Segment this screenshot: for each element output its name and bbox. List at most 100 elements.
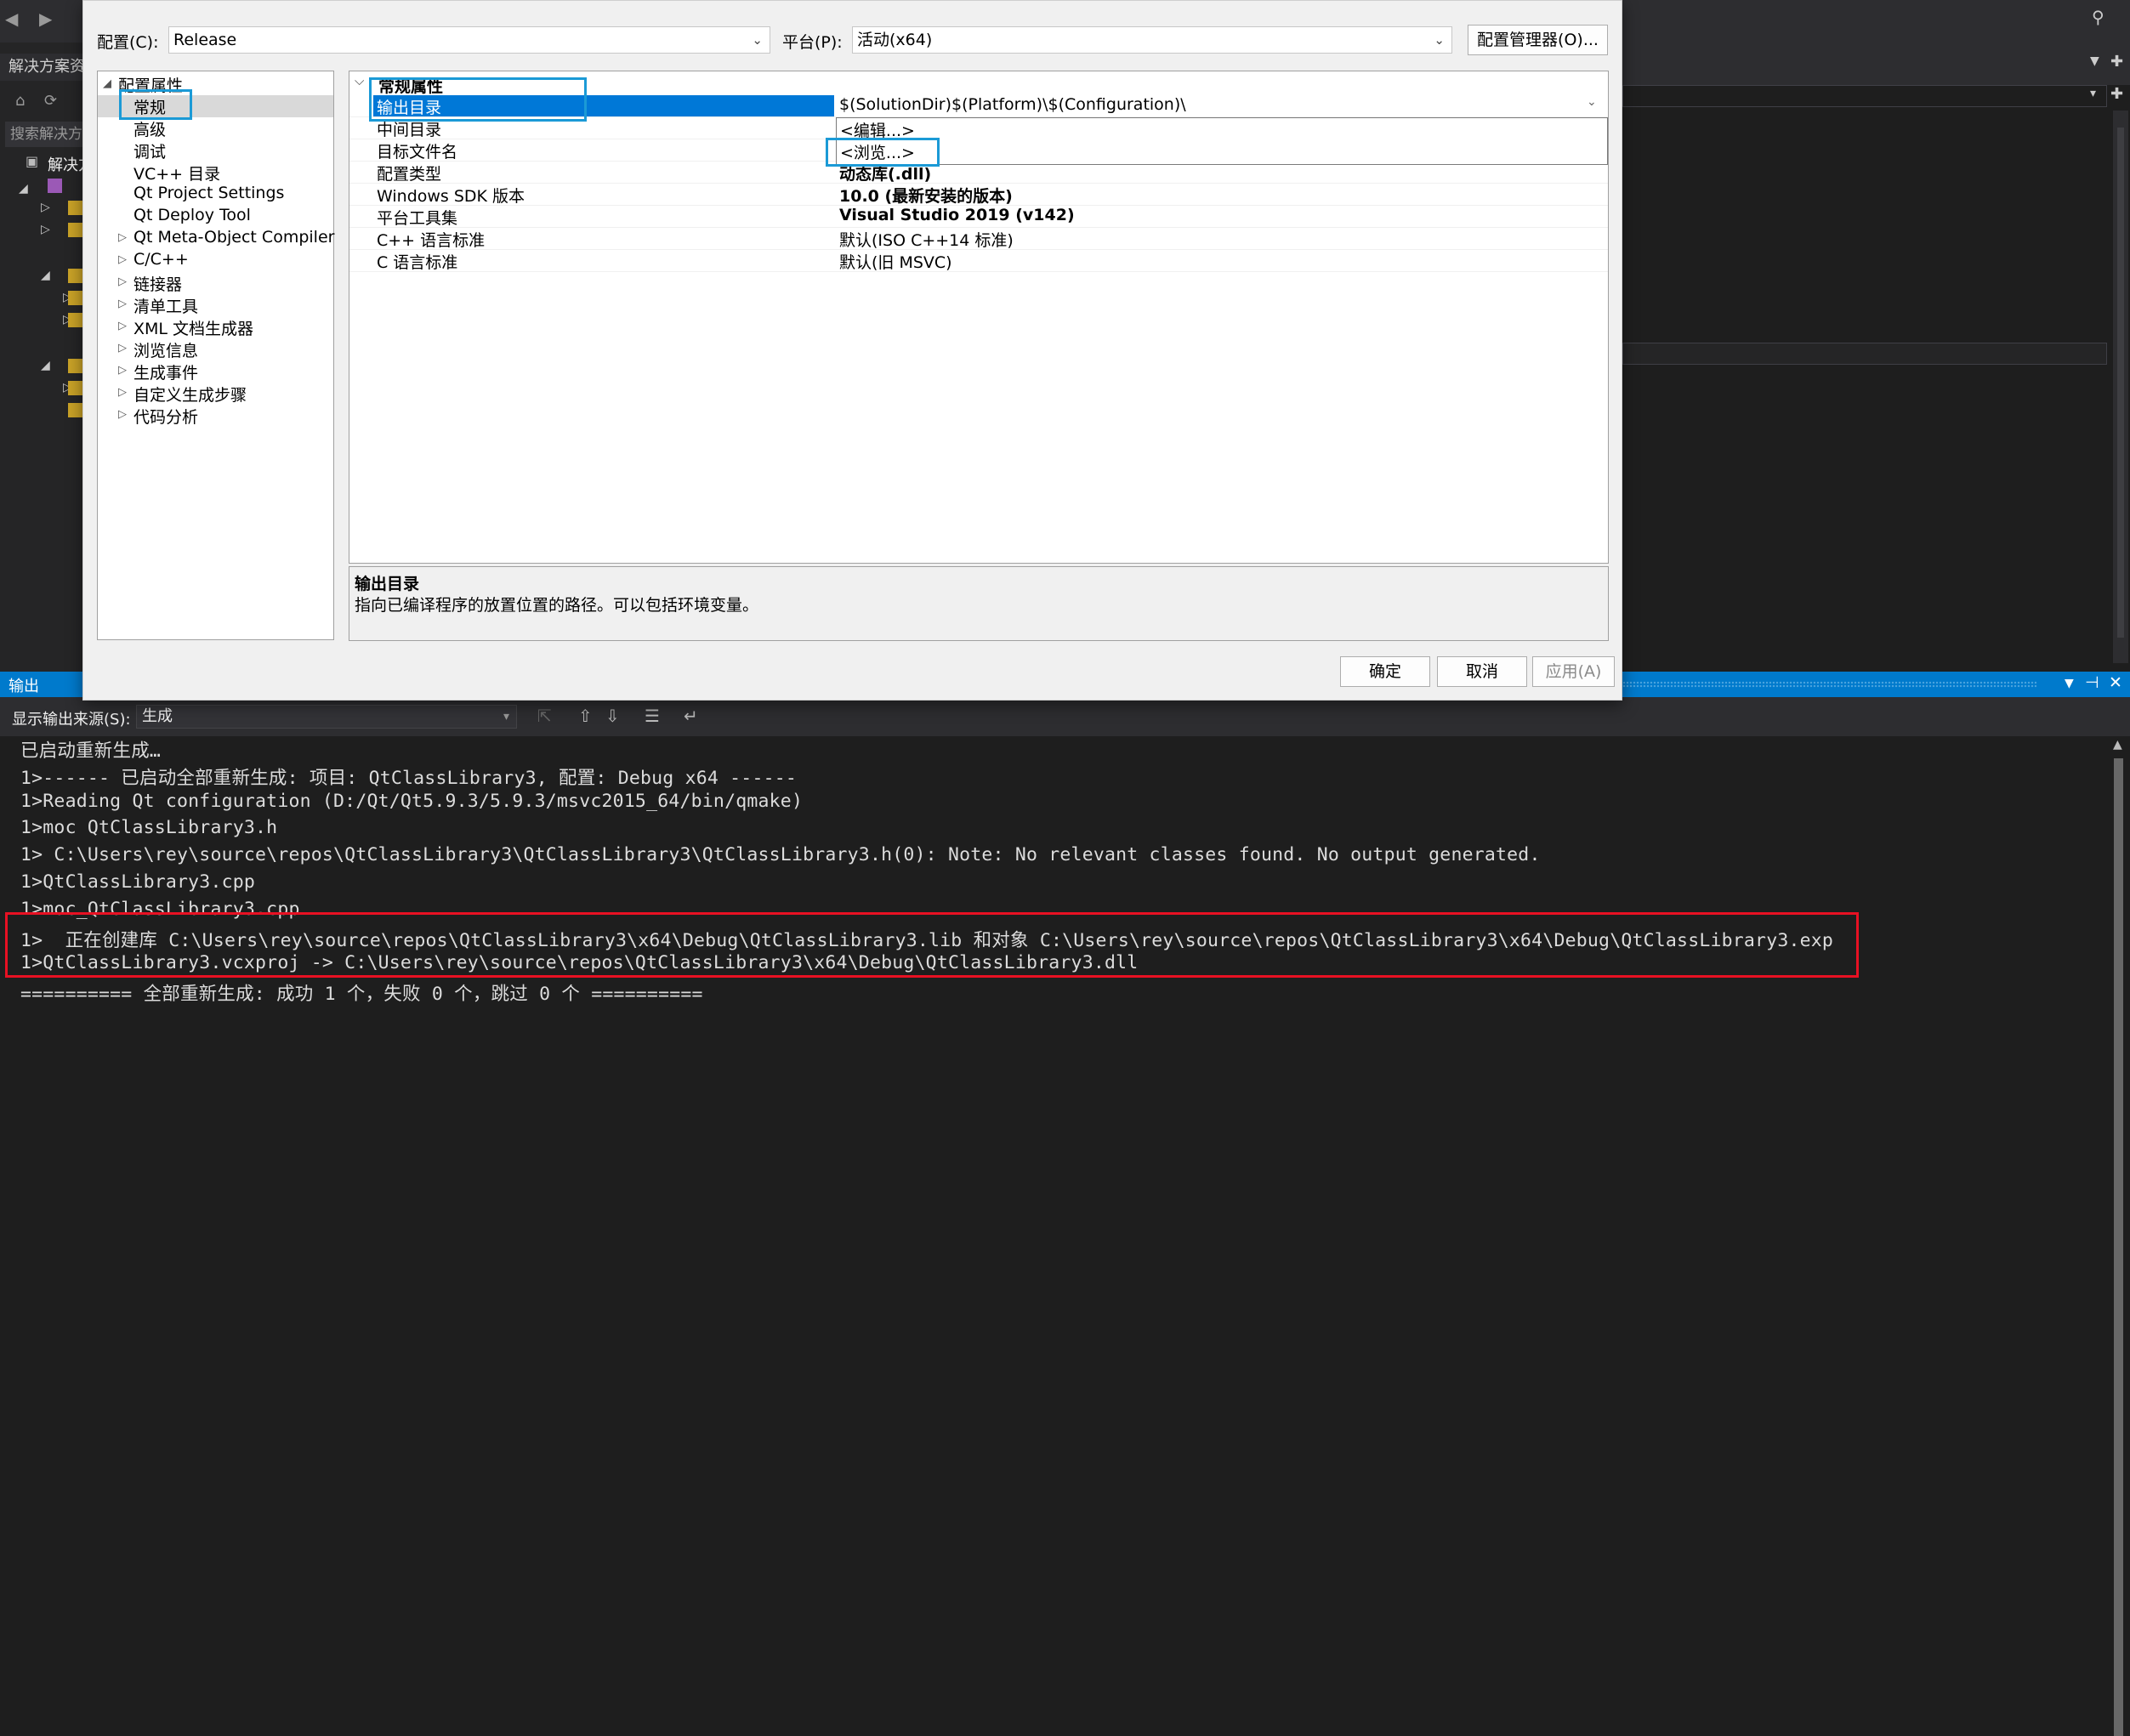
solution-node[interactable]: 解决方	[48, 153, 82, 175]
properties-field-2[interactable]	[1622, 343, 2107, 365]
expand-icon[interactable]: ▷	[41, 223, 50, 236]
property-value[interactable]: 默认(旧 MSVC)	[839, 250, 952, 273]
solution-explorer-title[interactable]: 解决方案资	[0, 54, 82, 81]
expand-icon[interactable]: ▷	[118, 298, 127, 310]
chevron-down-icon: ⌄	[1434, 27, 1445, 53]
platform-value: 活动(x64)	[857, 31, 932, 49]
property-value[interactable]: $(SolutionDir)$(Platform)\$(Configuratio…	[839, 95, 1186, 114]
scrollbar[interactable]	[2113, 111, 2128, 663]
pin-icon[interactable]: ✚	[2110, 53, 2123, 71]
word-wrap-icon[interactable]: ↵	[684, 706, 698, 726]
property-value[interactable]: 10.0 (最新安装的版本)	[839, 184, 1013, 207]
platform-select[interactable]: 活动(x64) ⌄	[852, 26, 1452, 54]
solution-search-input[interactable]: 搜索解决方	[5, 122, 82, 147]
next-message-icon[interactable]: ⇩	[605, 706, 620, 726]
annotation-highlight-box	[5, 912, 1859, 978]
chevron-down-icon[interactable]: ▼	[2065, 677, 2074, 690]
tree-item[interactable]: 链接器	[133, 272, 182, 295]
pin-icon[interactable]: ⊣	[2085, 673, 2099, 692]
expand-icon[interactable]: ▷	[118, 231, 127, 244]
config-label: 配置(C):	[97, 30, 159, 53]
output-line: 1>QtClassLibrary3.cpp	[20, 871, 255, 893]
property-name: C++ 语言标准	[377, 228, 485, 251]
config-manager-button[interactable]: 配置管理器(O)...	[1468, 25, 1608, 55]
annotation-box-browse	[826, 138, 940, 167]
tree-item[interactable]: VC++ 目录	[133, 162, 220, 184]
expand-icon[interactable]: ▷	[118, 408, 127, 421]
property-row[interactable]: C++ 语言标准 默认(ISO C++14 标准)	[349, 228, 1608, 250]
chevron-down-icon: ⌄	[752, 27, 763, 53]
output-line: 已启动重新生成…	[20, 736, 161, 763]
folder-icon	[68, 313, 82, 327]
solution-toolbar: ◀ ▶	[0, 0, 82, 43]
expand-icon[interactable]: ▷	[118, 364, 127, 377]
editor-background: ⚲ ▼ ✚ ▾ ✚	[1622, 0, 2130, 672]
expand-icon[interactable]: ▷	[118, 275, 127, 288]
add-icon[interactable]: ✚	[2110, 85, 2123, 103]
tree-item[interactable]: 调试	[133, 139, 166, 162]
tree-item[interactable]: 代码分析	[133, 405, 198, 428]
tree-item[interactable]: 生成事件	[133, 360, 198, 383]
close-icon[interactable]: ✕	[2109, 673, 2122, 692]
property-row[interactable]: Windows SDK 版本10.0 (最新安装的版本)	[349, 184, 1608, 206]
cancel-button[interactable]: 取消	[1437, 656, 1527, 687]
home-icon[interactable]: ⌂	[15, 92, 25, 110]
output-source-select[interactable]: 生成 ▾	[136, 705, 517, 729]
property-name: C 语言标准	[377, 250, 457, 273]
config-value: Release	[173, 31, 236, 49]
config-select[interactable]: Release ⌄	[168, 26, 770, 54]
output-source-label: 显示输出来源(S):	[12, 707, 131, 729]
sync-icon[interactable]: ⟳	[44, 92, 57, 110]
ok-button[interactable]: 确定	[1340, 656, 1430, 687]
property-row[interactable]: 平台工具集 Visual Studio 2019 (v142)	[349, 206, 1608, 228]
tree-item[interactable]: XML 文档生成器	[133, 316, 253, 339]
output-title[interactable]: 输出	[9, 674, 39, 696]
collapse-icon[interactable]: ◢	[41, 269, 50, 282]
collapse-icon[interactable]: ◢	[19, 182, 28, 196]
expand-icon[interactable]: ▷	[118, 342, 127, 355]
annotation-box-output-dir	[369, 77, 587, 122]
forward-icon[interactable]: ▶	[39, 9, 52, 29]
expand-icon[interactable]: ▷	[118, 320, 127, 332]
find-message-icon[interactable]: ⇱	[537, 706, 552, 726]
back-icon[interactable]: ◀	[5, 9, 18, 29]
property-value[interactable]: 默认(ISO C++14 标准)	[839, 228, 1014, 251]
expand-icon[interactable]: ▷	[118, 253, 127, 266]
collapse-icon[interactable]: ◢	[103, 77, 111, 90]
row-divider	[349, 271, 1608, 272]
tree-item[interactable]: 清单工具	[133, 294, 198, 317]
tree-item[interactable]: C/C++	[133, 250, 189, 269]
solution-explorer-panel: ◀ ▶ 解决方案资 ⌂ ⟳ 搜索解决方 ◢ ▣ 解决方 ▷ ▷ ◢ ▷ ▷ ◢ …	[0, 0, 82, 672]
collapse-icon[interactable]: ⌵	[355, 73, 364, 88]
tree-item[interactable]: Qt Meta-Object Compiler	[133, 228, 334, 247]
previous-message-icon[interactable]: ⇧	[578, 706, 593, 726]
collapse-icon[interactable]: ◢	[41, 359, 50, 372]
chevron-down-icon[interactable]: ⌄	[1587, 95, 1597, 109]
property-value[interactable]: Visual Studio 2019 (v142)	[839, 206, 1075, 224]
chevron-down-icon: ▾	[503, 706, 509, 728]
property-row[interactable]: C 语言标准 默认(旧 MSVC)	[349, 250, 1608, 272]
output-line: 1> C:\Users\rey\source\repos\QtClassLibr…	[20, 844, 1541, 865]
scroll-thumb[interactable]	[2114, 758, 2123, 1736]
tree-item[interactable]: 高级	[133, 117, 166, 140]
tree-item[interactable]: Qt Project Settings	[133, 184, 284, 202]
tree-item[interactable]: 浏览信息	[133, 338, 198, 361]
output-line: ========== 全部重新生成: 成功 1 个，失败 0 个，跳过 0 个 …	[20, 979, 703, 1006]
folder-icon	[68, 291, 82, 305]
expand-icon[interactable]: ▷	[118, 386, 127, 399]
tree-item[interactable]: Qt Deploy Tool	[133, 206, 251, 224]
apply-button[interactable]: 应用(A)	[1532, 656, 1615, 687]
property-grid: ⌵ 常规属性 输出目录$(SolutionDir)$(Platform)\$(C…	[349, 71, 1609, 564]
property-name: 平台工具集	[377, 206, 457, 229]
output-scrollbar[interactable]: ▲	[2107, 736, 2130, 1153]
feedback-icon[interactable]: ⚲	[2092, 7, 2104, 27]
expand-icon[interactable]: ▷	[41, 201, 50, 214]
chevron-down-icon[interactable]: ▼	[2090, 54, 2099, 68]
chevron-down-icon[interactable]: ▾	[2090, 87, 2096, 100]
properties-field[interactable]	[1622, 85, 2107, 107]
clear-all-icon[interactable]: ☰	[645, 706, 660, 726]
tree-item[interactable]: 自定义生成步骤	[133, 383, 247, 406]
value-dropdown: <编辑...> <浏览...>	[836, 117, 1608, 165]
platform-label: 平台(P):	[782, 30, 843, 53]
scroll-up-icon[interactable]: ▲	[2113, 738, 2122, 752]
